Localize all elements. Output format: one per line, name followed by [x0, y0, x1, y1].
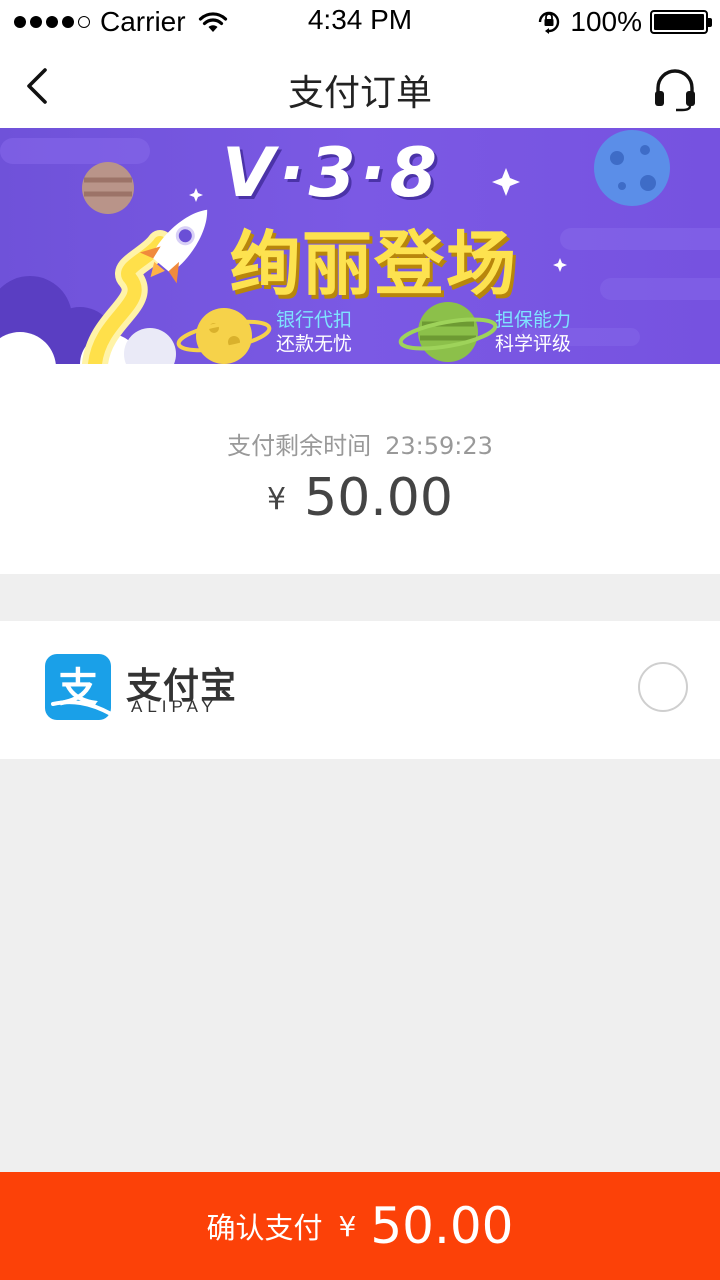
headset-icon	[655, 69, 695, 112]
countdown-label: 支付剩余时间	[227, 432, 372, 460]
sparkle-icon	[492, 168, 520, 196]
amount-value: 50.00	[304, 468, 453, 528]
page-title: 支付订单	[287, 73, 432, 114]
banner-slogan: 绚丽登场	[230, 223, 518, 305]
confirm-label: 确认支付	[206, 1211, 323, 1245]
banner-tag-left: 银行代扣 还款无忧	[276, 308, 352, 356]
battery-percent: 100%	[570, 6, 642, 37]
countdown-time: 23:59:23	[385, 432, 493, 460]
currency-symbol: ¥	[267, 482, 287, 517]
confirm-currency: ¥	[338, 1209, 357, 1243]
alipay-logo: 支	[45, 654, 113, 720]
payment-option-alipay[interactable]: 支 支付宝 ALIPAY	[0, 621, 720, 759]
status-bar: Carrier 4:34 PM 100%	[0, 0, 720, 44]
payment-method-radio[interactable]	[638, 662, 688, 712]
banner-tag-right-line1: 担保能力	[495, 309, 572, 331]
customer-service-button[interactable]	[652, 66, 698, 112]
promo-banner[interactable]: V·3·8 绚丽登场 银行代扣 还款无忧 担保能力 科学评级	[0, 128, 720, 364]
banner-tag-right-line2: 科学评级	[495, 333, 572, 355]
payment-countdown: 支付剩余时间 23:59:23	[0, 426, 720, 461]
nav-bar: 支付订单	[0, 44, 720, 128]
banner-tag-right: 担保能力 科学评级	[495, 308, 571, 356]
banner-version: V·3·8	[222, 134, 441, 213]
confirm-payment-button[interactable]: 确认支付 ¥ 50.00	[0, 1172, 720, 1280]
battery-icon	[650, 10, 712, 34]
payment-method-subtitle: ALIPAY	[131, 697, 219, 716]
planet-left-icon	[82, 162, 134, 214]
alipay-icon: 支	[51, 665, 113, 716]
planet-right-icon	[594, 130, 670, 206]
planet-yellow-icon	[176, 308, 272, 364]
banner-tag-left-line1: 银行代扣	[276, 309, 353, 331]
orientation-lock-icon	[539, 11, 560, 34]
order-summary: 支付剩余时间 23:59:23 ¥50.00	[0, 364, 720, 574]
order-amount: ¥50.00	[0, 468, 720, 528]
planet-green-icon	[398, 302, 498, 362]
banner-tag-left-line2: 还款无忧	[276, 333, 353, 355]
status-right: 100%	[536, 6, 712, 38]
confirm-amount: 50.00	[370, 1197, 514, 1255]
